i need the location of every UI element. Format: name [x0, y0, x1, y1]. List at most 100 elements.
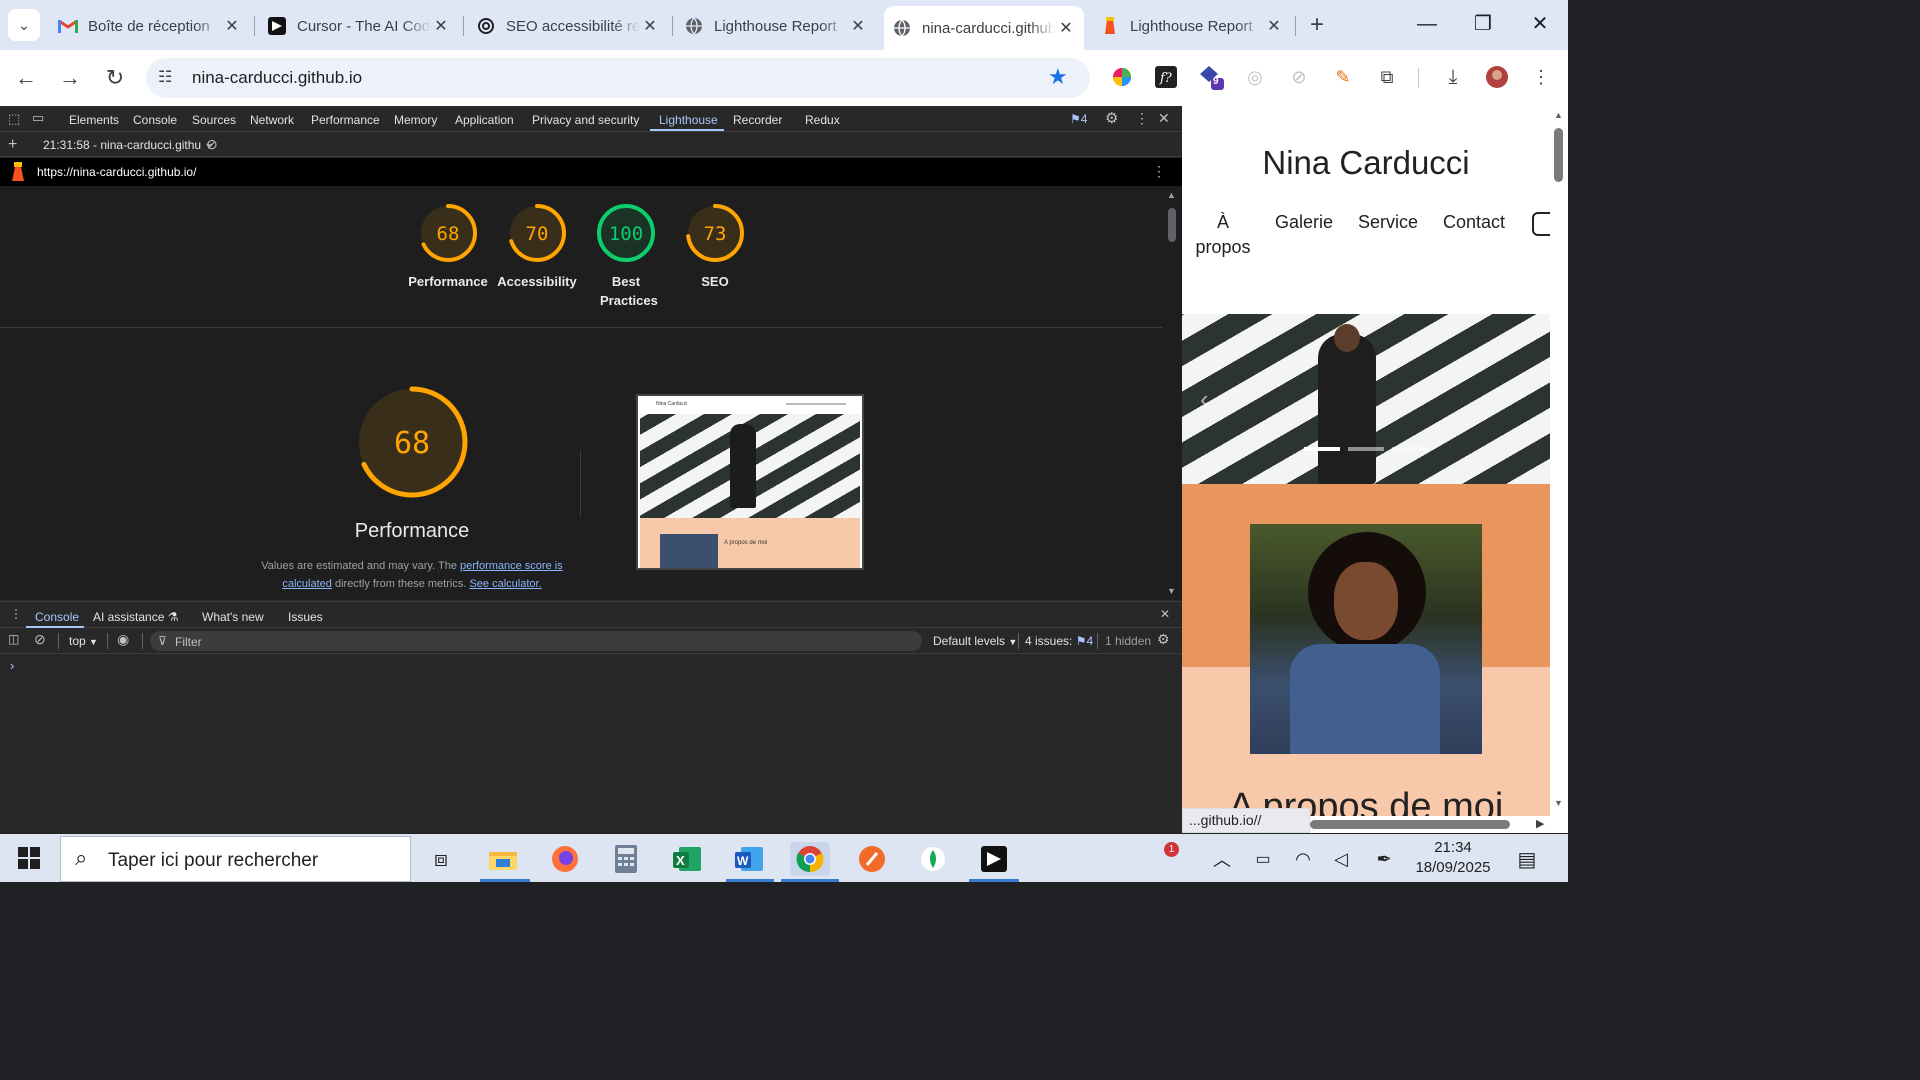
console-prompt[interactable]: › — [10, 658, 14, 673]
gauge-accessibility[interactable]: 70 Accessibility — [492, 202, 582, 291]
firefox-icon[interactable] — [545, 842, 585, 876]
close-icon[interactable]: ✕ — [222, 16, 242, 36]
gauge-seo[interactable]: 73 SEO — [670, 202, 760, 291]
mongodb-icon[interactable] — [913, 842, 953, 876]
forward-button[interactable]: → — [54, 62, 86, 94]
drawer-tab-issues[interactable]: Issues — [288, 610, 323, 624]
nav-galerie[interactable]: Galerie — [1275, 210, 1333, 235]
tab-application[interactable]: Application — [455, 113, 514, 127]
battery-icon[interactable]: ▭ — [1243, 842, 1283, 876]
drawer-tab-console[interactable]: Console — [35, 610, 79, 624]
drawer-tab-ai-assistance[interactable]: AI assistance ⚗ — [93, 610, 178, 624]
close-icon[interactable]: ✕ — [848, 16, 868, 36]
close-window-button[interactable]: ✕ — [1518, 8, 1562, 40]
back-button[interactable]: ← — [10, 62, 42, 94]
tab-lighthouse-report[interactable]: Lighthouse Report ✕ — [676, 8, 876, 44]
clock[interactable]: 21:34 18/09/2025 — [1408, 838, 1498, 878]
see-calculator-link[interactable]: See calculator. — [469, 578, 541, 590]
log-levels-dropdown[interactable]: Default levels ▼ — [933, 634, 1017, 648]
new-report-icon[interactable]: + — [8, 136, 17, 154]
scroll-up-icon[interactable]: ▲ — [1167, 190, 1176, 200]
tab-seo[interactable]: SEO accessibilité re ✕ — [468, 8, 668, 44]
tab-gmail[interactable]: Boîte de réception ✕ — [50, 8, 250, 44]
live-expression-eye-icon[interactable]: ◉ — [117, 631, 129, 648]
nav-service[interactable]: Service — [1358, 210, 1418, 235]
menu-kebab-icon[interactable]: ⋮ — [1528, 64, 1554, 90]
file-explorer-icon[interactable] — [483, 842, 523, 876]
final-screenshot[interactable]: Nina Carducci A propos de moi — [636, 394, 864, 570]
avatar[interactable] — [1484, 64, 1510, 90]
context-selector[interactable]: top ▼ — [69, 634, 98, 648]
minimize-button[interactable]: — — [1405, 8, 1449, 40]
sidebar-toggle-icon[interactable]: ◫ — [8, 632, 19, 646]
windows-start-icon[interactable] — [18, 847, 40, 874]
close-devtools-icon[interactable]: ✕ — [1158, 110, 1170, 127]
tab-performance[interactable]: Performance — [311, 113, 380, 127]
gauge-best-practices[interactable]: 100 Best Practices — [581, 202, 671, 310]
device-toolbar-icon[interactable]: ▭ — [32, 110, 44, 126]
carousel-next-icon[interactable]: › — [1516, 378, 1525, 409]
settings-gear-icon[interactable]: ⚙ — [1105, 109, 1118, 127]
compass-extension-icon[interactable]: ⊘ — [1286, 64, 1312, 90]
scroll-down-icon[interactable]: ▼ — [1167, 586, 1176, 596]
clear-icon[interactable]: ⊘ — [206, 136, 218, 153]
extensions-puzzle-icon[interactable]: ⧉ — [1374, 64, 1400, 90]
nav-a-propos[interactable]: À propos — [1192, 210, 1254, 260]
gauge-performance[interactable]: 68 Performance — [403, 202, 493, 291]
wifi-icon[interactable]: ◠ — [1283, 842, 1323, 876]
carousel-indicator[interactable] — [1392, 447, 1428, 451]
devtools-menu-icon[interactable]: ⋮ — [1135, 110, 1149, 127]
task-view-icon[interactable]: ⧈ — [421, 842, 461, 876]
page-scrollbar[interactable]: ▲ ▼ — [1550, 106, 1568, 821]
calculator-icon[interactable] — [606, 842, 646, 876]
disabled-extension-icon[interactable]: ◎ — [1242, 64, 1268, 90]
address-bar[interactable]: ☷ nina-carducci.github.io ★ — [146, 58, 1090, 98]
close-icon[interactable]: ✕ — [431, 16, 451, 36]
scrollbar-thumb[interactable] — [1554, 128, 1563, 182]
report-scrollbar[interactable]: ▲ ▼ — [1162, 186, 1182, 600]
font-extension-icon[interactable]: f? — [1153, 64, 1179, 90]
drawer-menu-icon[interactable]: ⋮ — [10, 607, 22, 621]
show-hidden-icons-chevron[interactable]: ︿ — [1202, 842, 1242, 876]
tab-network[interactable]: Network — [250, 113, 294, 127]
issues-counter[interactable]: ⚑4 — [1070, 112, 1087, 126]
carousel-indicator[interactable] — [1304, 447, 1340, 451]
tab-recorder[interactable]: Recorder — [733, 113, 782, 127]
scroll-down-icon[interactable]: ▼ — [1554, 798, 1563, 808]
report-menu-icon[interactable]: ⋮ — [1152, 163, 1166, 180]
drawing-app-icon[interactable] — [852, 842, 892, 876]
chrome-icon[interactable] — [790, 842, 830, 876]
eyedropper-extension-icon[interactable]: ✎ — [1330, 64, 1356, 90]
excel-icon[interactable]: X — [667, 842, 707, 876]
extension-badge-icon[interactable]: 9 — [1198, 64, 1224, 90]
report-selector[interactable]: 21:31:58 - nina-carducci.githu ▼ — [43, 138, 213, 152]
tab-nina-carducci[interactable]: nina-carducci.github.io ✕ — [884, 6, 1084, 50]
download-icon[interactable]: ⤓ — [1440, 64, 1466, 90]
tab-redux[interactable]: Redux — [805, 113, 840, 127]
scroll-right-icon[interactable]: ▶ — [1536, 817, 1544, 830]
inspect-element-icon[interactable]: ⬚ — [8, 111, 20, 127]
action-center-icon[interactable]: ▤ — [1507, 842, 1547, 876]
console-settings-gear-icon[interactable]: ⚙ — [1157, 631, 1170, 648]
site-info-icon[interactable]: ☷ — [158, 67, 172, 87]
restore-button[interactable]: ❐ — [1461, 8, 1505, 40]
tab-search-button[interactable]: ⌄ — [8, 9, 40, 41]
carousel-prev-icon[interactable]: ‹ — [1200, 384, 1209, 415]
hero-carousel[interactable]: ‹ › — [1182, 314, 1550, 484]
tab-console[interactable]: Console — [133, 113, 177, 127]
new-tab-button[interactable]: + — [1303, 10, 1331, 40]
color-picker-extension-icon[interactable] — [1109, 64, 1135, 90]
console-issues-button[interactable]: 4 issues: ⚑4 — [1025, 634, 1093, 648]
scrollbar-thumb[interactable] — [1168, 208, 1176, 242]
cursor-app-icon[interactable] — [974, 842, 1014, 876]
close-icon[interactable]: ✕ — [640, 16, 660, 36]
tab-lighthouse-report-2[interactable]: Lighthouse Report ✕ — [1092, 8, 1292, 44]
tab-cursor[interactable]: Cursor - The AI Code Editor ✕ — [259, 8, 459, 44]
tab-elements[interactable]: Elements — [69, 113, 119, 127]
nav-contact[interactable]: Contact — [1443, 210, 1505, 235]
tab-sources[interactable]: Sources — [192, 113, 236, 127]
tab-lighthouse[interactable]: Lighthouse — [659, 113, 718, 127]
hscroll-thumb[interactable] — [1310, 820, 1510, 829]
tab-memory[interactable]: Memory — [394, 113, 437, 127]
bookmark-star-icon[interactable]: ★ — [1048, 64, 1068, 90]
